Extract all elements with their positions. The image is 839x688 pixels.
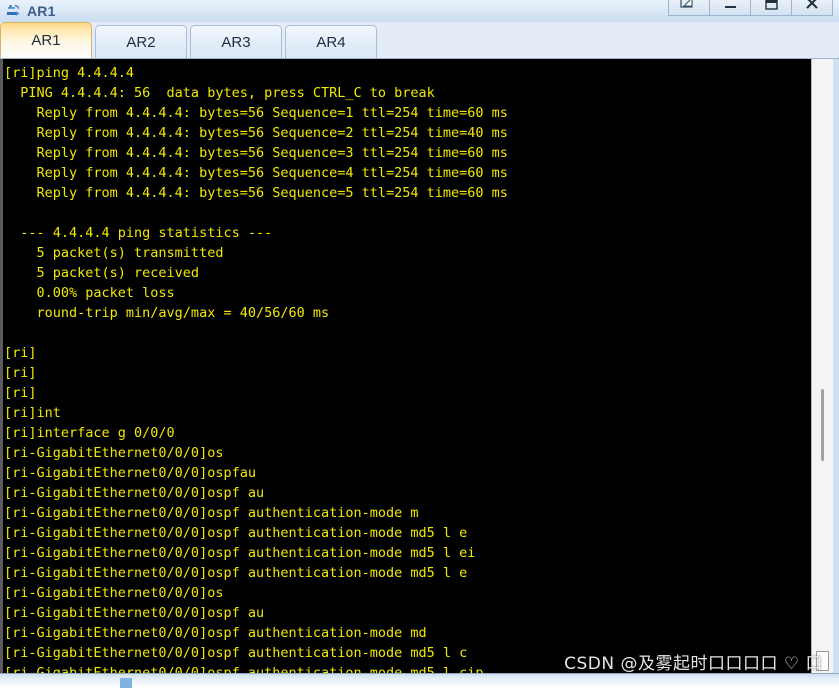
maximize-button[interactable] — [750, 0, 792, 16]
terminal-line: --- 4.4.4.4 ping statistics --- — [4, 225, 273, 241]
terminal-area: [ri]ping 4.4.4.4 PING 4.4.4.4: 56 data b… — [0, 59, 839, 673]
terminal-scrollbar[interactable] — [811, 59, 839, 673]
terminal-line: [ri-GigabitEthernet0/0/0]ospf authentica… — [4, 565, 468, 581]
device-tab-bar: AR1 AR2 AR3 AR4 — [0, 22, 839, 59]
terminal-line: PING 4.4.4.4: 56 data bytes, press CTRL_… — [4, 85, 435, 101]
terminal-line: [ri]int — [4, 405, 61, 421]
window-controls — [668, 0, 833, 16]
tab-label: AR1 — [31, 32, 61, 49]
window-title: AR1 — [27, 3, 56, 19]
terminal-output[interactable]: [ri]ping 4.4.4.4 PING 4.4.4.4: 56 data b… — [0, 59, 811, 673]
terminal-line: 5 packet(s) transmitted — [4, 245, 224, 261]
terminal-line: [ri-GigabitEthernet0/0/0]ospf au — [4, 605, 265, 621]
watermark: CSDN @及雾起时口口口口 ♡ 口 — [564, 654, 823, 674]
terminal-line: [ri-GigabitEthernet0/0/0]ospf authentica… — [4, 525, 468, 541]
title-bar: AR1 — [0, 0, 839, 22]
terminal-line: [ri] — [4, 365, 37, 381]
status-bar — [0, 673, 839, 688]
terminal-left-edge — [0, 59, 3, 673]
terminal-line: Reply from 4.4.4.4: bytes=56 Sequence=3 … — [4, 145, 508, 161]
terminal-line: [ri-GigabitEthernet0/0/0]os — [4, 445, 224, 461]
scrollbar-thumb[interactable] — [821, 389, 824, 461]
terminal-line: [ri]ping 4.4.4.4 — [4, 65, 135, 81]
terminal-line: [ri-GigabitEthernet0/0/0]ospf authentica… — [4, 505, 419, 521]
terminal-line: [ri] — [4, 385, 37, 401]
router-icon — [5, 3, 22, 19]
terminal-line: Reply from 4.4.4.4: bytes=56 Sequence=5 … — [4, 185, 508, 201]
terminal-line: Reply from 4.4.4.4: bytes=56 Sequence=2 … — [4, 125, 508, 141]
terminal-line: 0.00% packet loss — [4, 285, 175, 301]
tab-ar2[interactable]: AR2 — [95, 25, 187, 58]
terminal-line: Reply from 4.4.4.4: bytes=56 Sequence=1 … — [4, 105, 508, 121]
tab-label: AR2 — [126, 33, 156, 51]
tab-label: AR3 — [221, 33, 251, 51]
terminal-line: [ri-GigabitEthernet0/0/0]ospf authentica… — [4, 545, 476, 561]
terminal-line: round-trip min/avg/max = 40/56/60 ms — [4, 305, 330, 321]
console-window: AR1 AR1 AR2 AR3 AR4 [ri]ping 4.4.4.4 PIN… — [0, 0, 839, 688]
terminal-line: 5 packet(s) received — [4, 265, 200, 281]
terminal-line: [ri-GigabitEthernet0/0/0]ospf au — [4, 485, 265, 501]
terminal-line: [ri-GigabitEthernet0/0/0]ospfau — [4, 465, 256, 481]
tab-ar4[interactable]: AR4 — [285, 25, 377, 58]
status-indicator — [120, 678, 132, 688]
tab-ar3[interactable]: AR3 — [190, 25, 282, 58]
tab-label: AR4 — [316, 33, 346, 51]
minimize-button[interactable] — [709, 0, 751, 16]
tab-ar1[interactable]: AR1 — [0, 22, 92, 58]
terminal-line: [ri-GigabitEthernet0/0/0]os — [4, 585, 224, 601]
terminal-line: Reply from 4.4.4.4: bytes=56 Sequence=4 … — [4, 165, 508, 181]
close-button[interactable] — [791, 0, 833, 16]
terminal-line: [ri]interface g 0/0/0 — [4, 425, 175, 441]
terminal-line: [ri] — [4, 345, 37, 361]
terminal-line: [ri-GigabitEthernet0/0/0]ospf authentica… — [4, 625, 427, 641]
restore-button[interactable] — [668, 0, 710, 16]
